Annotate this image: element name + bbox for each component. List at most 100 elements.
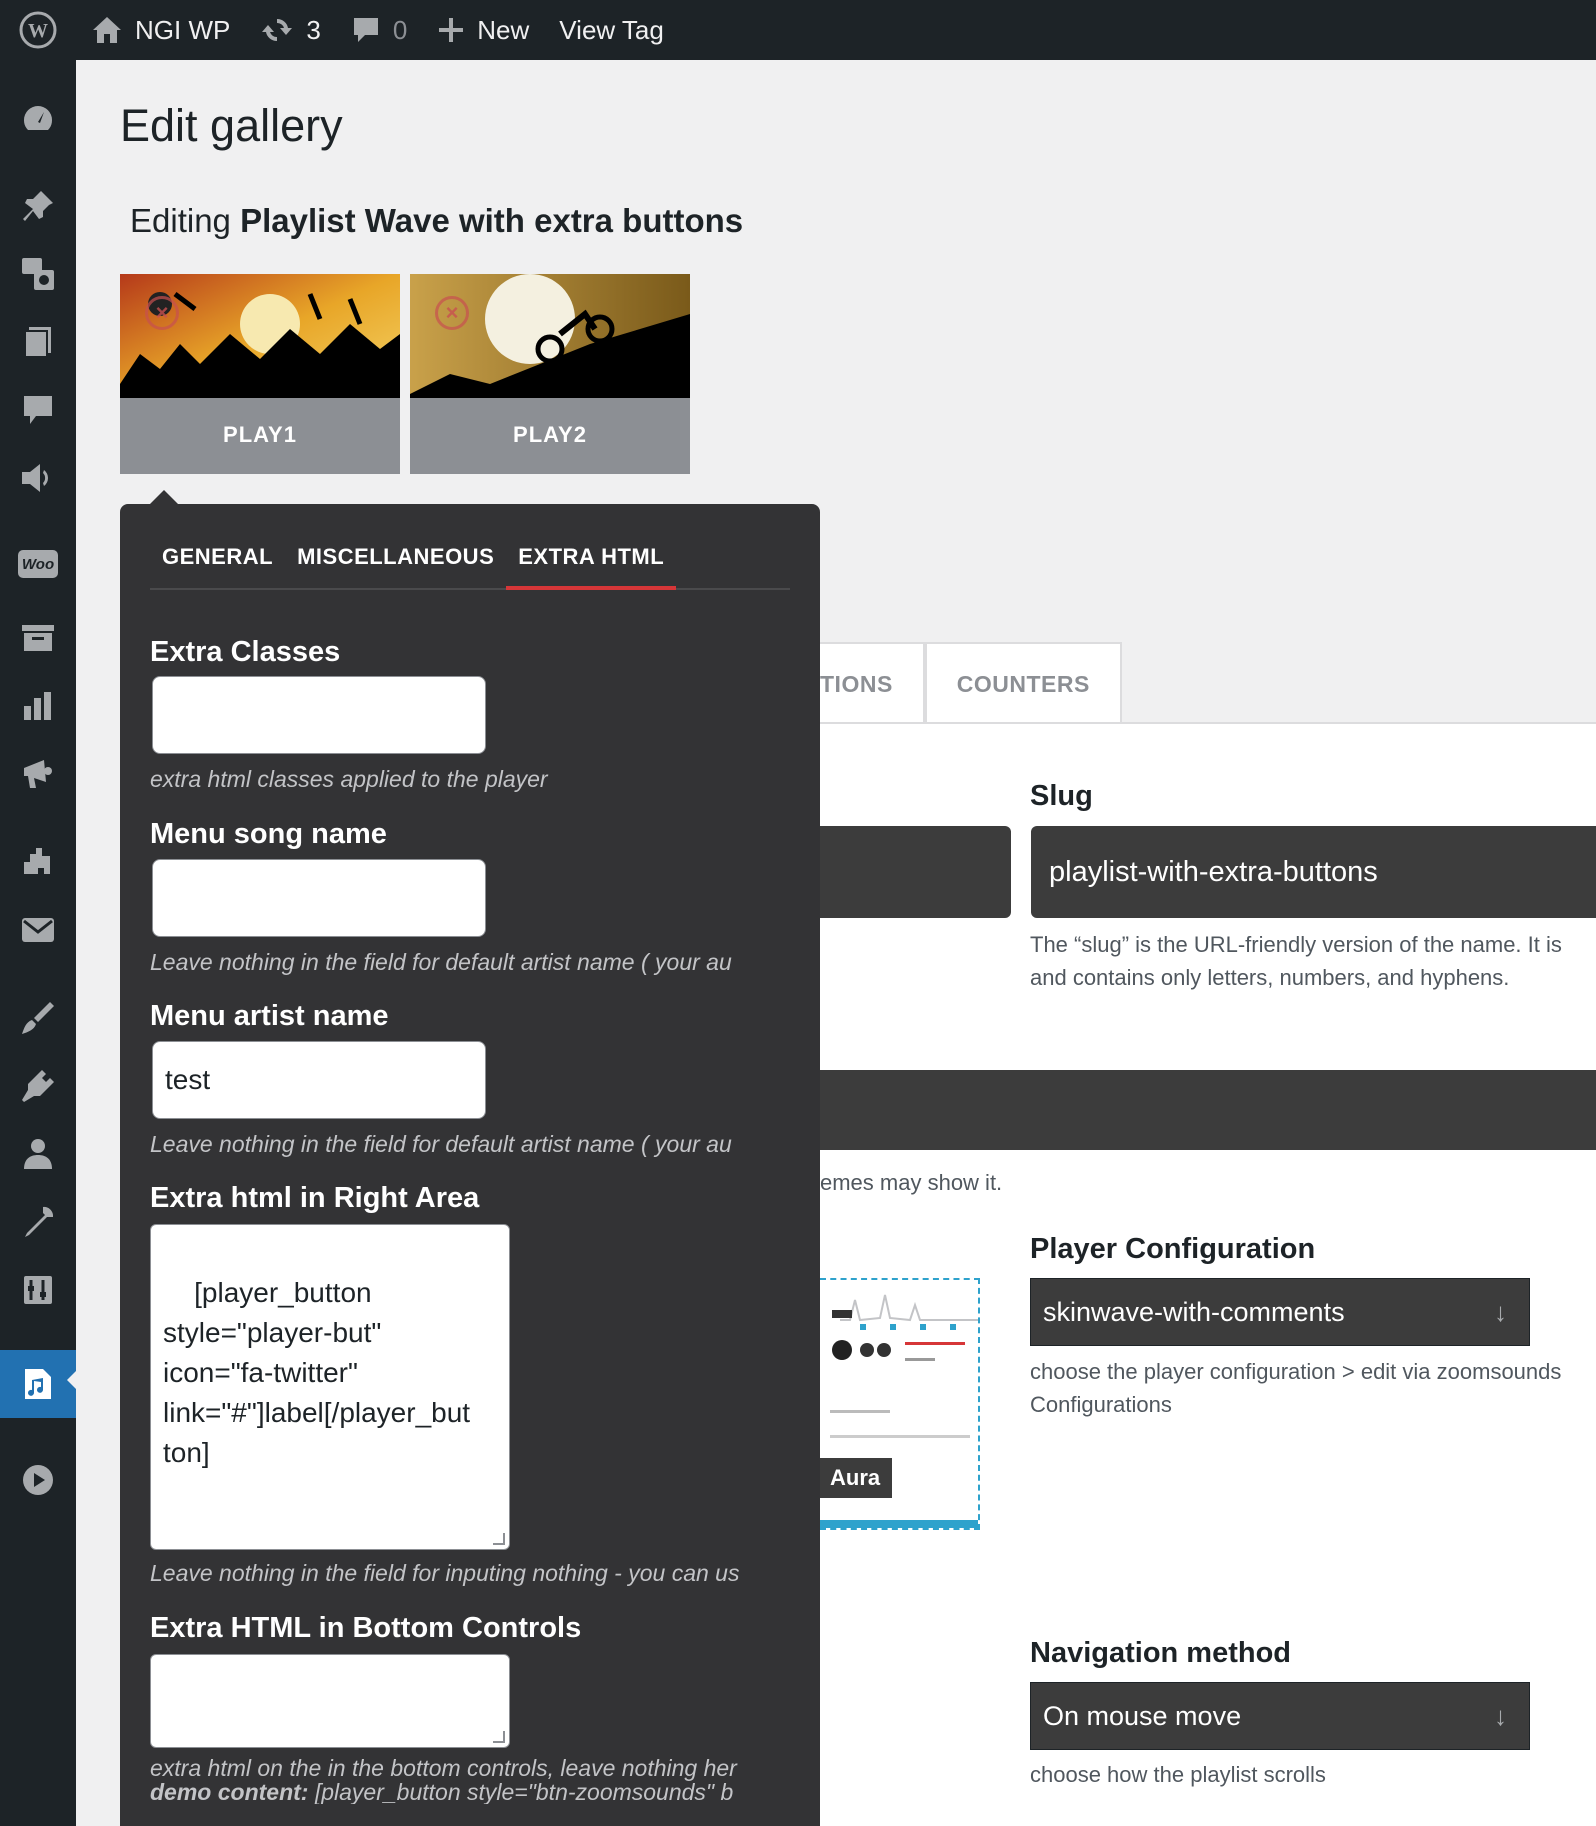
menu-artist-name-input[interactable]: test	[152, 1041, 486, 1119]
settings-icon[interactable]	[0, 1260, 76, 1320]
extra-html-right-label: Extra html in Right Area	[150, 1182, 480, 1214]
extra-html-right-textarea[interactable]: [player_button style="player-but" icon="…	[150, 1224, 510, 1550]
new-content-link[interactable]: New	[422, 0, 544, 60]
item-settings-popover: GENERAL MISCELLANEOUS EXTRA HTML Extra C…	[120, 504, 820, 1826]
playlist-item-thumb[interactable]: × PLAY2	[410, 274, 690, 474]
delete-item-icon[interactable]: ×	[435, 296, 469, 330]
site-name-link[interactable]: NGI WP	[76, 0, 245, 60]
tab-miscellaneous[interactable]: MISCELLANEOUS	[285, 544, 506, 590]
extra-html-bottom-help-text: extra html on the in the bottom controls…	[150, 1756, 737, 1781]
new-label: New	[477, 14, 530, 45]
resize-handle-icon[interactable]	[493, 1731, 505, 1743]
slug-label: Slug	[1030, 780, 1093, 812]
navigation-method-select[interactable]: On mouse move ↓	[1030, 1682, 1530, 1750]
menu-song-name-input[interactable]	[152, 859, 486, 937]
home-icon	[93, 17, 121, 43]
svg-text:W: W	[28, 20, 48, 42]
editing-heading: Editing Playlist Wave with extra buttons	[130, 202, 743, 240]
thumb-label: PLAY2	[513, 422, 587, 447]
marketing-icon[interactable]	[0, 744, 76, 804]
extra-classes-input[interactable]	[152, 676, 486, 754]
updates-count: 3	[306, 14, 321, 45]
player-config-description-line: choose the player configuration > edit v…	[1030, 1359, 1562, 1384]
item-settings-tabs: GENERAL MISCELLANEOUS EXTRA HTML	[150, 544, 790, 590]
refresh-icon	[262, 18, 293, 42]
extra-html-right-value: [player_button style="player-but" icon="…	[163, 1277, 471, 1468]
users-icon[interactable]	[0, 1124, 76, 1184]
navigation-method-value: On mouse move	[1043, 1700, 1242, 1731]
comments-icon[interactable]	[0, 380, 76, 440]
navigation-method-label: Navigation method	[1030, 1637, 1292, 1669]
zoomsounds-icon[interactable]	[0, 1350, 76, 1418]
tab-options[interactable]: TIONS	[820, 642, 925, 724]
admin-sidebar: Woo	[0, 60, 76, 1826]
admin-bar: W NGI WP 3 0 New View Tag	[0, 0, 1596, 60]
elementor-icon[interactable]	[0, 832, 76, 892]
delete-item-icon[interactable]: ×	[145, 296, 179, 330]
extra-html-bottom-textarea[interactable]	[150, 1654, 510, 1748]
player-config-select[interactable]: skinwave-with-comments ↓	[1030, 1278, 1530, 1346]
player-config-value: skinwave-with-comments	[1043, 1296, 1345, 1327]
chart-icon[interactable]	[0, 676, 76, 736]
view-tag-label: View Tag	[559, 14, 664, 45]
overlay-pointer	[150, 490, 178, 504]
slug-description: The “slug” is the URL-friendly version o…	[1030, 928, 1596, 994]
updates-link[interactable]: 3	[245, 0, 335, 60]
extra-html-bottom-label: Extra HTML in Bottom Controls	[150, 1612, 582, 1644]
demo-content-text: [player_button style="btn-zoomsounds" b	[308, 1779, 734, 1804]
extra-html-bottom-help: extra html on the in the bottom controls…	[150, 1756, 790, 1804]
archive-icon[interactable]	[0, 608, 76, 668]
megaphone-icon[interactable]	[0, 448, 76, 508]
skin-name-badge: Aura	[820, 1458, 892, 1498]
extra-classes-help: extra html classes applied to the player	[150, 766, 548, 792]
thumb-label: PLAY1	[223, 422, 297, 447]
tab-counters[interactable]: COUNTERS	[924, 642, 1122, 724]
extra-classes-label: Extra Classes	[150, 636, 341, 668]
mail-icon[interactable]	[0, 900, 76, 960]
menu-song-name-label: Menu song name	[150, 818, 387, 850]
tools-icon[interactable]	[0, 1192, 76, 1252]
arrow-down-icon: ↓	[1494, 1296, 1507, 1327]
preview-accent-bar	[820, 1520, 978, 1528]
woo-icon[interactable]: Woo	[0, 534, 76, 594]
woo-logo: Woo	[18, 550, 58, 578]
player-config-description-line: Configurations	[1030, 1392, 1172, 1417]
tab-extra-html[interactable]: EXTRA HTML	[506, 544, 677, 590]
description-editor[interactable]	[820, 1070, 1596, 1150]
media-icon[interactable]	[0, 244, 76, 304]
menu-artist-name-label: Menu artist name	[150, 1000, 389, 1032]
play-icon[interactable]	[0, 1450, 76, 1510]
pages-icon[interactable]	[0, 312, 76, 372]
playlist-item-thumb[interactable]: × PLAY1	[120, 274, 400, 474]
menu-song-name-help: Leave nothing in the field for default a…	[150, 949, 732, 975]
demo-content-line: demo content: [player_button style="btn-…	[150, 1780, 790, 1804]
settings-tabs: TIONS COUNTERS	[820, 642, 1122, 724]
dashboard-icon[interactable]	[0, 88, 76, 148]
slug-description-line: and contains only letters, numbers, and …	[1030, 965, 1510, 990]
player-config-label: Player Configuration	[1030, 1233, 1316, 1265]
page-title: Edit gallery	[120, 100, 343, 151]
pin-icon[interactable]	[0, 176, 76, 236]
brush-icon[interactable]	[0, 988, 76, 1048]
demo-content-prefix: demo content:	[150, 1779, 309, 1804]
description-help: emes may show it.	[820, 1170, 1003, 1195]
arrow-down-icon: ↓	[1494, 1700, 1507, 1731]
resize-handle-icon[interactable]	[493, 1533, 505, 1545]
wordpress-logo-icon[interactable]: W	[0, 0, 76, 60]
slug-description-line: The “slug” is the URL-friendly version o…	[1030, 932, 1562, 957]
view-tag-link[interactable]: View Tag	[544, 0, 679, 60]
skin-preview-image[interactable]: Aura	[820, 1278, 980, 1530]
player-config-description: choose the player configuration > edit v…	[1030, 1355, 1561, 1421]
menu-artist-name-help: Leave nothing in the field for default a…	[150, 1131, 732, 1157]
site-name-label: NGI WP	[135, 14, 231, 45]
comments-link[interactable]: 0	[336, 0, 422, 60]
comments-count: 0	[392, 14, 408, 45]
tab-general[interactable]: GENERAL	[150, 544, 285, 590]
plugin-icon[interactable]	[0, 1056, 76, 1116]
gallery-name: Playlist Wave with extra buttons	[240, 202, 744, 239]
comment-icon	[353, 18, 378, 42]
slug-input[interactable]: playlist-with-extra-buttons	[1031, 826, 1596, 918]
plus-icon	[439, 18, 464, 42]
extra-html-right-help: Leave nothing in the field for inputing …	[150, 1560, 740, 1586]
editing-prefix: Editing	[130, 202, 231, 239]
